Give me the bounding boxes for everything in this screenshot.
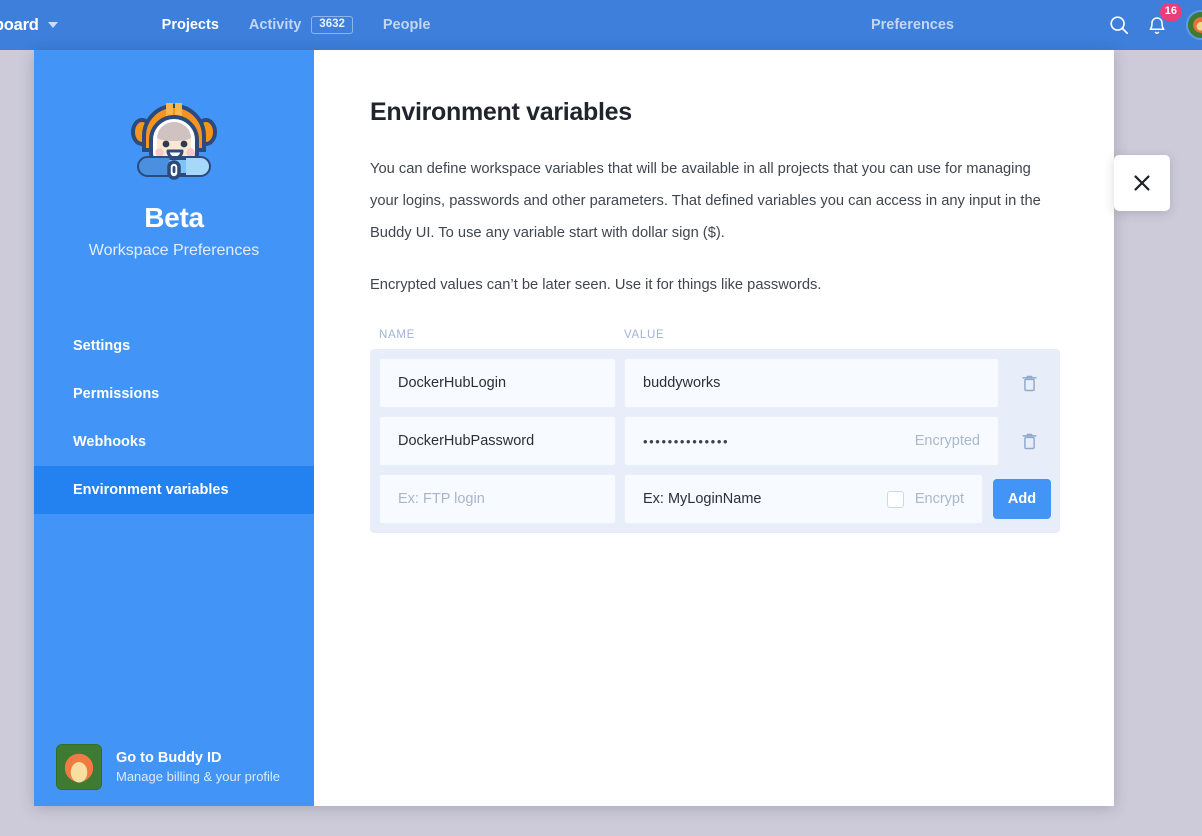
page-title: Environment variables	[370, 98, 1062, 127]
sidebar-nav: Settings Permissions Webhooks Environmen…	[34, 322, 314, 514]
column-header-value: VALUE	[624, 329, 1062, 341]
modal-sidebar: Beta Workspace Preferences Settings Perm…	[34, 50, 314, 806]
encrypt-toggle-group: Encrypt	[887, 491, 964, 508]
encrypted-label: Encrypted	[915, 433, 980, 449]
sidebar-spacer	[34, 514, 314, 728]
buddy-id-title: Go to Buddy ID	[116, 750, 280, 766]
description-paragraph-1: You can define workspace variables that …	[370, 153, 1060, 249]
variable-name-value: DockerHubPassword	[398, 433, 534, 449]
astronaut-mascot-icon	[124, 88, 224, 188]
notification-count-badge: 16	[1160, 3, 1182, 21]
avatar[interactable]	[1186, 10, 1202, 40]
variable-value-text: buddyworks	[643, 375, 720, 391]
variable-name-value: DockerHubLogin	[398, 375, 506, 391]
workspace-identity: Beta Workspace Preferences	[34, 50, 314, 260]
go-to-buddy-id-link[interactable]: Go to Buddy ID Manage billing & your pro…	[34, 728, 314, 806]
variable-name-input[interactable]: DockerHubPassword	[379, 416, 616, 466]
new-variable-name-input[interactable]: Ex: FTP login	[379, 474, 616, 524]
new-variable-name-placeholder: Ex: FTP login	[398, 491, 485, 507]
search-icon	[1108, 14, 1130, 36]
buddy-id-texts: Go to Buddy ID Manage billing & your pro…	[116, 750, 280, 784]
sidebar-item-label: Settings	[73, 338, 130, 354]
variable-name-input[interactable]: DockerHubLogin	[379, 358, 616, 408]
new-variable-value-input[interactable]: Ex: MyLoginName Encrypt	[624, 474, 983, 524]
preferences-modal: Beta Workspace Preferences Settings Perm…	[34, 50, 1114, 806]
sidebar-item-environment-variables[interactable]: Environment variables	[34, 466, 314, 514]
modal-main-panel: Environment variables You can define wor…	[314, 50, 1114, 806]
variable-value-input[interactable]: buddyworks	[624, 358, 999, 408]
page-root: MyPolacy.de ashboard Projects Activity 3…	[0, 0, 1202, 836]
table-row: DockerHubLogin buddyworks	[379, 358, 1051, 408]
nav-item-projects[interactable]: Projects	[162, 17, 219, 33]
top-navigation-bar: ashboard Projects Activity 3632 People P…	[0, 0, 1202, 50]
column-header-name: NAME	[379, 329, 624, 341]
sidebar-item-label: Permissions	[73, 386, 159, 402]
close-modal-button[interactable]	[1114, 155, 1170, 211]
sidebar-item-label: Webhooks	[73, 434, 146, 450]
sidebar-item-permissions[interactable]: Permissions	[34, 370, 314, 418]
nav-item-people[interactable]: People	[383, 17, 431, 33]
chevron-down-icon	[48, 22, 58, 28]
primary-nav: Projects Activity 3632 People	[162, 16, 431, 35]
nav-item-activity-label: Activity	[249, 17, 301, 33]
delete-variable-button[interactable]	[1007, 358, 1051, 408]
nav-item-preferences[interactable]: Preferences	[871, 17, 954, 33]
top-bar-right-group: Preferences 16	[871, 0, 1202, 50]
workspace-name: Beta	[34, 202, 314, 234]
sidebar-item-webhooks[interactable]: Webhooks	[34, 418, 314, 466]
delete-variable-button[interactable]	[1007, 416, 1051, 466]
variable-value-text: ••••••••••••••	[643, 434, 729, 449]
variable-value-input[interactable]: •••••••••••••• Encrypted	[624, 416, 999, 466]
search-button[interactable]	[1102, 8, 1136, 42]
variables-table: DockerHubLogin buddyworks	[370, 349, 1060, 533]
sidebar-item-label: Environment variables	[73, 482, 229, 498]
trash-icon	[1021, 431, 1038, 451]
encrypt-label: Encrypt	[915, 491, 964, 507]
workspace-subtitle: Workspace Preferences	[34, 242, 314, 260]
table-row: DockerHubPassword •••••••••••••• Encrypt…	[379, 416, 1051, 466]
variables-table-header: NAME VALUE	[370, 329, 1062, 341]
add-variable-button[interactable]: Add	[993, 479, 1051, 519]
brand-label: ashboard	[0, 16, 39, 35]
lion-avatar-icon	[56, 744, 102, 790]
new-variable-value-placeholder: Ex: MyLoginName	[643, 491, 761, 507]
encrypt-checkbox[interactable]	[887, 491, 904, 508]
trash-icon	[1021, 373, 1038, 393]
avatar-image	[1188, 12, 1202, 38]
description-paragraph-2: Encrypted values can’t be later seen. Us…	[370, 269, 1060, 301]
sidebar-item-settings[interactable]: Settings	[34, 322, 314, 370]
notifications-button[interactable]: 16	[1140, 8, 1174, 42]
lion-avatar-image	[57, 745, 101, 789]
buddy-id-subtitle: Manage billing & your profile	[116, 769, 280, 784]
brand-dropdown[interactable]: ashboard	[0, 16, 58, 35]
nav-item-activity[interactable]: Activity 3632	[249, 16, 353, 35]
new-variable-row: Ex: FTP login Ex: MyLoginName Encrypt Ad…	[379, 474, 1051, 524]
close-icon	[1131, 172, 1153, 194]
activity-count-badge: 3632	[311, 16, 353, 35]
